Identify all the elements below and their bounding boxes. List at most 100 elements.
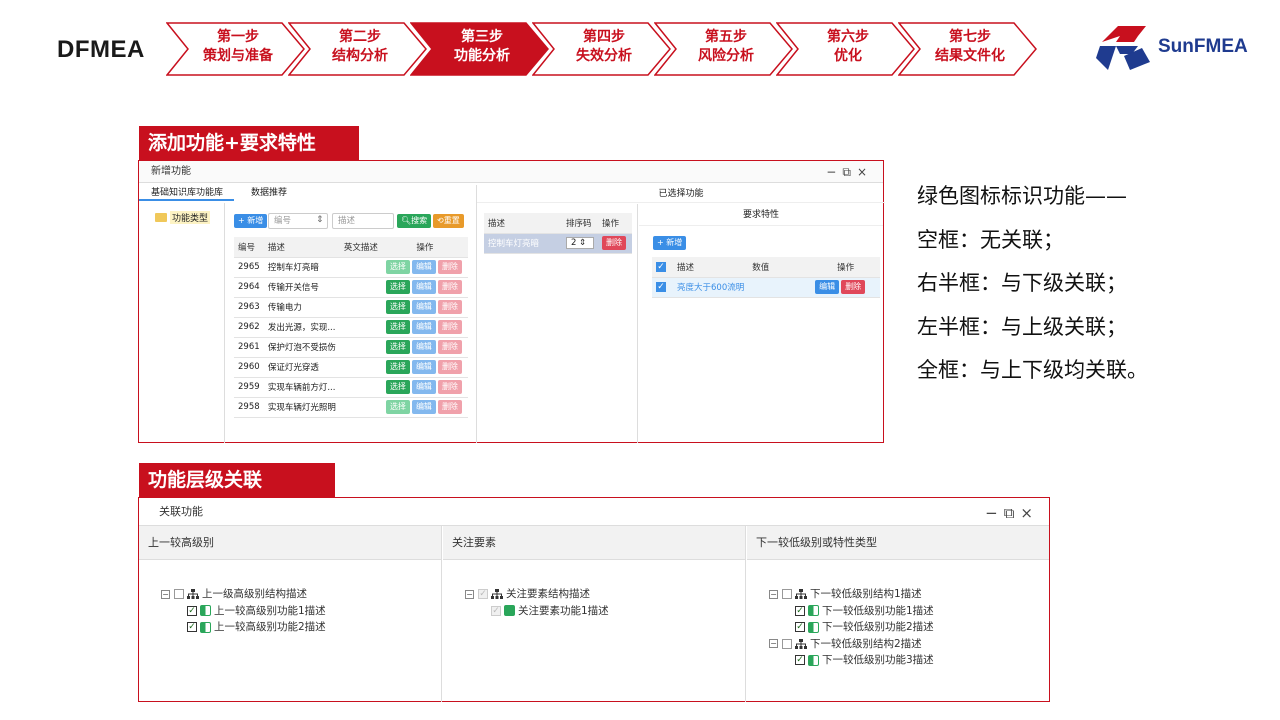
- tree-item-function-type[interactable]: 功能类型: [155, 211, 211, 224]
- row-description: 实现车辆前方灯...: [263, 377, 340, 398]
- table-row[interactable]: 2961 保护灯泡不受损伤 选择 编辑 删除: [234, 337, 468, 358]
- select-button[interactable]: 选择: [385, 320, 410, 334]
- edit-button[interactable]: 编辑: [411, 340, 436, 354]
- row-english: [339, 377, 382, 398]
- node-checkbox[interactable]: [782, 589, 792, 600]
- edit-button[interactable]: 编辑: [411, 280, 436, 294]
- delete-button[interactable]: 删除: [437, 400, 462, 414]
- tree-root[interactable]: − 上一级高级别结构描述: [161, 586, 326, 603]
- reset-button[interactable]: ⟲重置: [433, 214, 464, 228]
- node-checkbox[interactable]: [174, 589, 184, 600]
- node-checkbox[interactable]: ✓: [795, 605, 805, 616]
- select-button[interactable]: 选择: [385, 300, 410, 314]
- divider: [476, 185, 477, 443]
- row-english: [339, 337, 382, 358]
- step-2[interactable]: 第二步 结构分析: [288, 22, 428, 76]
- selected-row[interactable]: 控制车灯亮暗 2 ⇕ 删除: [484, 233, 632, 254]
- delete-button[interactable]: 删除: [437, 380, 462, 394]
- delete-button[interactable]: 删除: [437, 320, 462, 334]
- delete-button[interactable]: 删除: [437, 340, 462, 354]
- tree-child[interactable]: ✓ 下一较低级别功能2描述: [769, 619, 934, 636]
- delete-button[interactable]: 删除: [437, 260, 462, 274]
- row-checkbox[interactable]: ✓: [656, 282, 666, 292]
- maximize-icon[interactable]: ⧉: [842, 165, 857, 179]
- requirement-row[interactable]: ✓ 亮度大于600流明 编辑 删除: [652, 277, 880, 298]
- node-checkbox[interactable]: ✓: [795, 655, 805, 666]
- edit-button[interactable]: 编辑: [411, 320, 436, 334]
- req-delete-button[interactable]: 删除: [841, 280, 866, 294]
- step-4[interactable]: 第四步 失效分析: [532, 22, 672, 76]
- col-code: 编号: [234, 237, 264, 258]
- collapse-icon[interactable]: −: [161, 589, 170, 599]
- table-row[interactable]: 2962 发出光源，实现... 选择 编辑 删除: [234, 317, 468, 338]
- add-button[interactable]: + 新增: [234, 214, 268, 228]
- delete-button[interactable]: 删除: [437, 280, 462, 294]
- select-button[interactable]: 选择: [385, 400, 410, 414]
- row-code: 2958: [234, 397, 264, 418]
- table-row[interactable]: 2959 实现车辆前方灯... 选择 编辑 删除: [234, 377, 468, 398]
- delete-button[interactable]: 删除: [437, 300, 462, 314]
- node-checkbox[interactable]: [782, 638, 792, 649]
- close-icon[interactable]: ×: [857, 165, 873, 179]
- row-code: 2959: [234, 377, 264, 398]
- collapse-icon[interactable]: −: [769, 589, 778, 599]
- tree-child[interactable]: ✓ 上一较高级别功能1描述: [161, 603, 326, 620]
- tree-root[interactable]: − 下一较低级别结构1描述: [769, 586, 934, 603]
- node-checkbox[interactable]: ✓: [187, 622, 197, 633]
- minimize-icon[interactable]: −: [826, 165, 842, 179]
- req-edit-button[interactable]: 编辑: [815, 280, 840, 294]
- description-input[interactable]: 描述: [332, 213, 394, 229]
- edit-button[interactable]: 编辑: [411, 380, 436, 394]
- note-line: 绿色图标标识功能——: [917, 184, 1127, 208]
- select-button[interactable]: 选择: [385, 380, 410, 394]
- selected-delete-button[interactable]: 删除: [602, 236, 626, 250]
- edit-button[interactable]: 编辑: [411, 360, 436, 374]
- collapse-icon[interactable]: −: [769, 639, 778, 649]
- row-description: 传输电力: [263, 297, 340, 318]
- node-checkbox[interactable]: ✓: [795, 622, 805, 633]
- search-button[interactable]: 🔍︎搜索: [397, 214, 432, 228]
- tree-root[interactable]: − ✓ 关注要素结构描述: [465, 586, 609, 603]
- close-icon[interactable]: ×: [1020, 504, 1039, 522]
- select-button[interactable]: 选择: [385, 260, 410, 274]
- step-3[interactable]: 第三步 功能分析: [410, 22, 550, 76]
- row-english: [339, 257, 382, 278]
- selected-table: 描述 排序码 操作 控制车灯亮暗 2 ⇕ 删除: [484, 213, 632, 254]
- table-row[interactable]: 2963 传输电力 选择 编辑 删除: [234, 297, 468, 318]
- edit-button[interactable]: 编辑: [411, 300, 436, 314]
- edit-button[interactable]: 编辑: [411, 260, 436, 274]
- maximize-icon[interactable]: ⧉: [1004, 504, 1021, 522]
- select-button[interactable]: 选择: [385, 340, 410, 354]
- tab-data-recommend[interactable]: 数据推荐: [251, 185, 311, 201]
- edit-button[interactable]: 编辑: [411, 400, 436, 414]
- step-number: 第一步: [217, 29, 259, 45]
- collapse-icon[interactable]: −: [465, 589, 474, 599]
- tree-child[interactable]: ✓ 下一较低级别功能1描述: [769, 603, 934, 620]
- spinner-icon[interactable]: ⇕: [316, 215, 324, 225]
- tree-root[interactable]: − 下一较低级别结构2描述: [769, 636, 934, 653]
- step-7[interactable]: 第七步 结果文件化: [898, 22, 1038, 76]
- table-row[interactable]: 2965 控制车灯亮暗 选择 编辑 删除: [234, 257, 468, 278]
- table-row[interactable]: 2958 实现车辆灯光照明 选择 编辑 删除: [234, 397, 468, 418]
- node-checkbox[interactable]: ✓: [491, 605, 501, 616]
- step-5[interactable]: 第五步 风险分析: [654, 22, 794, 76]
- hierarchy-icon: [187, 589, 199, 600]
- tab-knowledge-base[interactable]: 基础知识库功能库: [139, 185, 234, 201]
- add-requirement-button[interactable]: + 新增: [653, 236, 687, 250]
- step-6[interactable]: 第六步 优化: [776, 22, 916, 76]
- select-button[interactable]: 选择: [385, 280, 410, 294]
- select-all-checkbox[interactable]: ✓: [656, 261, 666, 272]
- tree-child[interactable]: ✓ 关注要素功能1描述: [465, 603, 609, 620]
- node-checkbox[interactable]: ✓: [187, 605, 197, 616]
- delete-button[interactable]: 删除: [437, 360, 462, 374]
- tree-child[interactable]: ✓ 上一较高级别功能2描述: [161, 619, 326, 636]
- select-button[interactable]: 选择: [385, 360, 410, 374]
- minimize-icon[interactable]: −: [985, 504, 1004, 522]
- table-row[interactable]: 2960 保证灯光穿透 选择 编辑 删除: [234, 357, 468, 378]
- table-row[interactable]: 2964 传输开关信号 选择 编辑 删除: [234, 277, 468, 298]
- tree-child[interactable]: ✓ 下一较低级别功能3描述: [769, 652, 934, 669]
- node-checkbox[interactable]: ✓: [478, 589, 488, 600]
- row-code: 2963: [234, 297, 264, 318]
- step-1[interactable]: 第一步 策划与准备: [166, 22, 306, 76]
- order-stepper[interactable]: 2 ⇕: [566, 237, 594, 249]
